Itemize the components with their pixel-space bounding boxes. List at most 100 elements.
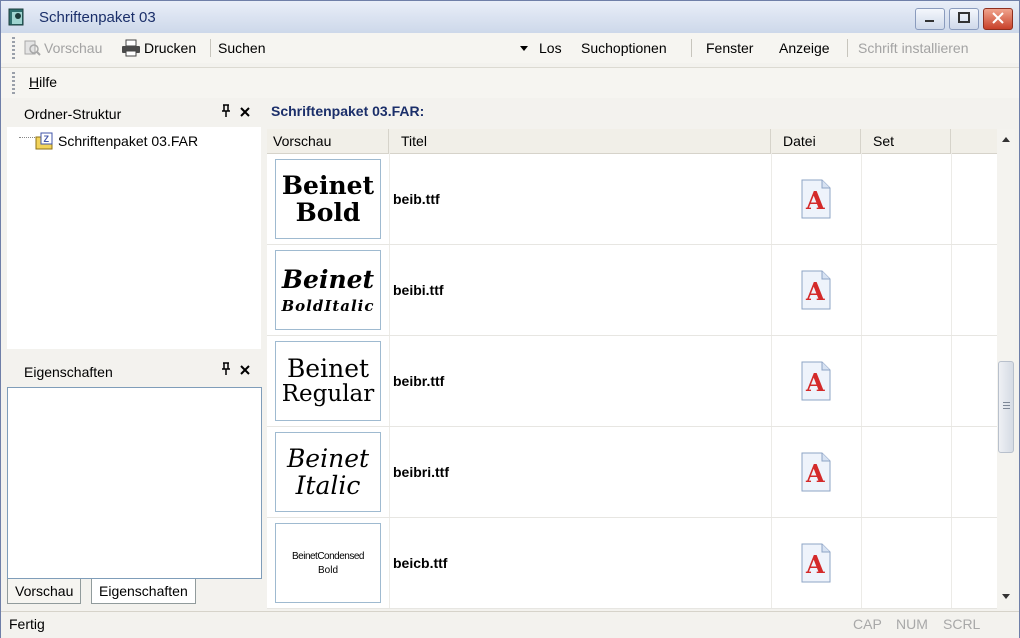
menubar-grip[interactable] xyxy=(12,72,15,94)
folder-tree: Z Schriftenpaket 03.FAR xyxy=(7,127,261,349)
font-preview: Beinet Italic xyxy=(275,432,381,512)
toolbar: Vorschau Drucken Suchen Los Suchoptionen… xyxy=(1,33,1019,63)
table-row[interactable]: Beinet Italic beibri.ttf A xyxy=(267,426,997,518)
status-text: Fertig xyxy=(9,616,45,632)
tree-item-label: Schriftenpaket 03.FAR xyxy=(58,133,199,149)
file-title: beibi.ttf xyxy=(393,282,444,298)
font-list: Vorschau Titel Datei Set Beinet Bold bei… xyxy=(267,129,997,609)
toolbar-separator xyxy=(210,39,211,57)
preview-text-line2: Regular xyxy=(281,381,375,408)
suchen-label: Suchen xyxy=(218,40,266,56)
toolbar-grip[interactable] xyxy=(12,37,15,59)
schrift-installieren-label: Schrift installieren xyxy=(858,40,969,56)
properties-pane-header: Eigenschaften xyxy=(11,360,261,384)
main-title: Schriftenpaket 03.FAR: xyxy=(271,103,425,119)
svg-text:A: A xyxy=(805,277,825,306)
preview-text-line1: Beinet xyxy=(286,353,370,383)
preview-icon xyxy=(24,40,41,56)
vorschau-button[interactable]: Vorschau xyxy=(23,38,102,58)
tree-item-schriftenpaket[interactable]: Z Schriftenpaket 03.FAR xyxy=(35,131,198,151)
minimize-button[interactable] xyxy=(915,8,945,30)
window-title: Schriftenpaket 03 xyxy=(39,9,156,26)
file-title: beibri.ttf xyxy=(393,464,449,480)
toolbar-separator xyxy=(847,39,848,57)
menu-bar: Hilfe xyxy=(1,67,1019,98)
tab-eigenschaften[interactable]: Eigenschaften xyxy=(91,579,196,604)
close-icon xyxy=(992,12,1004,24)
font-preview: Beinet Regular xyxy=(275,341,381,421)
menu-hilfe-label: ilfe xyxy=(39,74,58,90)
menu-hilfe[interactable]: Hilfe xyxy=(29,72,57,92)
preview-text-line1: BeinetCondensed xyxy=(291,550,365,562)
svg-text:Z: Z xyxy=(44,134,50,144)
column-header-titel[interactable]: Titel xyxy=(389,129,771,153)
svg-text:A: A xyxy=(805,368,825,397)
maximize-button[interactable] xyxy=(949,8,979,30)
drucken-button[interactable]: Drucken xyxy=(121,38,196,58)
pin-icon[interactable] xyxy=(221,102,231,126)
list-header: Vorschau Titel Datei Set xyxy=(267,129,997,154)
file-title: beibr.ttf xyxy=(393,373,445,389)
scroll-down-arrow-icon[interactable] xyxy=(1001,593,1011,601)
vertical-scrollbar[interactable] xyxy=(997,129,1015,609)
table-row[interactable]: Beinet BoldItalic beibi.ttf A xyxy=(267,244,997,336)
font-preview: Beinet Bold xyxy=(275,159,381,239)
close-button[interactable] xyxy=(983,8,1013,30)
svg-text:A: A xyxy=(805,186,825,215)
drucken-label: Drucken xyxy=(144,40,197,56)
properties-panel xyxy=(7,387,262,579)
table-row[interactable]: BeinetCondensed Bold beicb.ttf A xyxy=(267,517,997,609)
truetype-file-icon: A xyxy=(801,452,831,492)
los-button[interactable]: Los xyxy=(539,38,562,58)
tab-vorschau[interactable]: Vorschau xyxy=(7,579,82,604)
preview-text-line2: Italic xyxy=(295,471,361,500)
truetype-file-icon: A xyxy=(801,361,831,401)
schrift-installieren-button[interactable]: Schrift installieren xyxy=(858,38,969,58)
fenster-label: Fenster xyxy=(706,40,754,56)
font-package-icon: Z xyxy=(35,132,53,150)
anzeige-label: Anzeige xyxy=(779,40,830,56)
preview-text-line1: Beinet xyxy=(281,265,375,294)
app-icon xyxy=(8,8,24,26)
tab-label: Vorschau xyxy=(15,583,74,599)
close-pane-icon[interactable] xyxy=(239,102,251,126)
search-dropdown-arrow[interactable] xyxy=(519,38,529,58)
title-bar[interactable]: Schriftenpaket 03 xyxy=(1,1,1019,34)
column-header-set[interactable]: Set xyxy=(861,129,951,153)
table-row[interactable]: Beinet Bold beib.ttf A xyxy=(267,153,997,245)
truetype-file-icon: A xyxy=(801,179,831,219)
font-preview: Beinet BoldItalic xyxy=(275,250,381,330)
table-row[interactable]: Beinet Regular beibr.ttf A xyxy=(267,335,997,427)
status-num: NUM xyxy=(896,616,928,632)
file-title: beib.ttf xyxy=(393,191,440,207)
close-pane-icon[interactable] xyxy=(239,360,251,384)
fenster-button[interactable]: Fenster xyxy=(706,38,753,58)
pin-icon[interactable] xyxy=(221,360,231,384)
file-title: beicb.ttf xyxy=(393,555,448,571)
dropdown-arrow-icon xyxy=(520,46,528,51)
toolbar-separator xyxy=(691,39,692,57)
status-cap: CAP xyxy=(853,616,882,632)
column-header-datei[interactable]: Datei xyxy=(771,129,861,153)
printer-icon xyxy=(122,39,140,57)
properties-pane-title: Eigenschaften xyxy=(24,364,113,380)
suchen-button[interactable]: Suchen xyxy=(218,38,265,58)
suchoptionen-button[interactable]: Suchoptionen xyxy=(581,38,667,58)
tab-label: Eigenschaften xyxy=(99,583,188,599)
suchoptionen-label: Suchoptionen xyxy=(581,40,667,56)
svg-text:A: A xyxy=(805,550,825,579)
thumb-grip xyxy=(1003,402,1010,410)
maximize-icon xyxy=(958,12,970,23)
scroll-up-arrow-icon[interactable] xyxy=(1001,135,1011,143)
column-header-vorschau[interactable]: Vorschau xyxy=(267,129,389,153)
scroll-thumb[interactable] xyxy=(998,361,1014,453)
anzeige-button[interactable]: Anzeige xyxy=(779,38,830,58)
svg-text:A: A xyxy=(805,459,825,488)
font-preview: BeinetCondensed Bold xyxy=(275,523,381,603)
preview-text-line2: Bold xyxy=(317,564,338,576)
los-label: Los xyxy=(539,40,562,56)
truetype-file-icon: A xyxy=(801,270,831,310)
truetype-file-icon: A xyxy=(801,543,831,583)
folder-pane-title: Ordner-Struktur xyxy=(24,106,122,122)
app-window: Schriftenpaket 03 Vorschau Drucken Suche… xyxy=(0,0,1020,638)
